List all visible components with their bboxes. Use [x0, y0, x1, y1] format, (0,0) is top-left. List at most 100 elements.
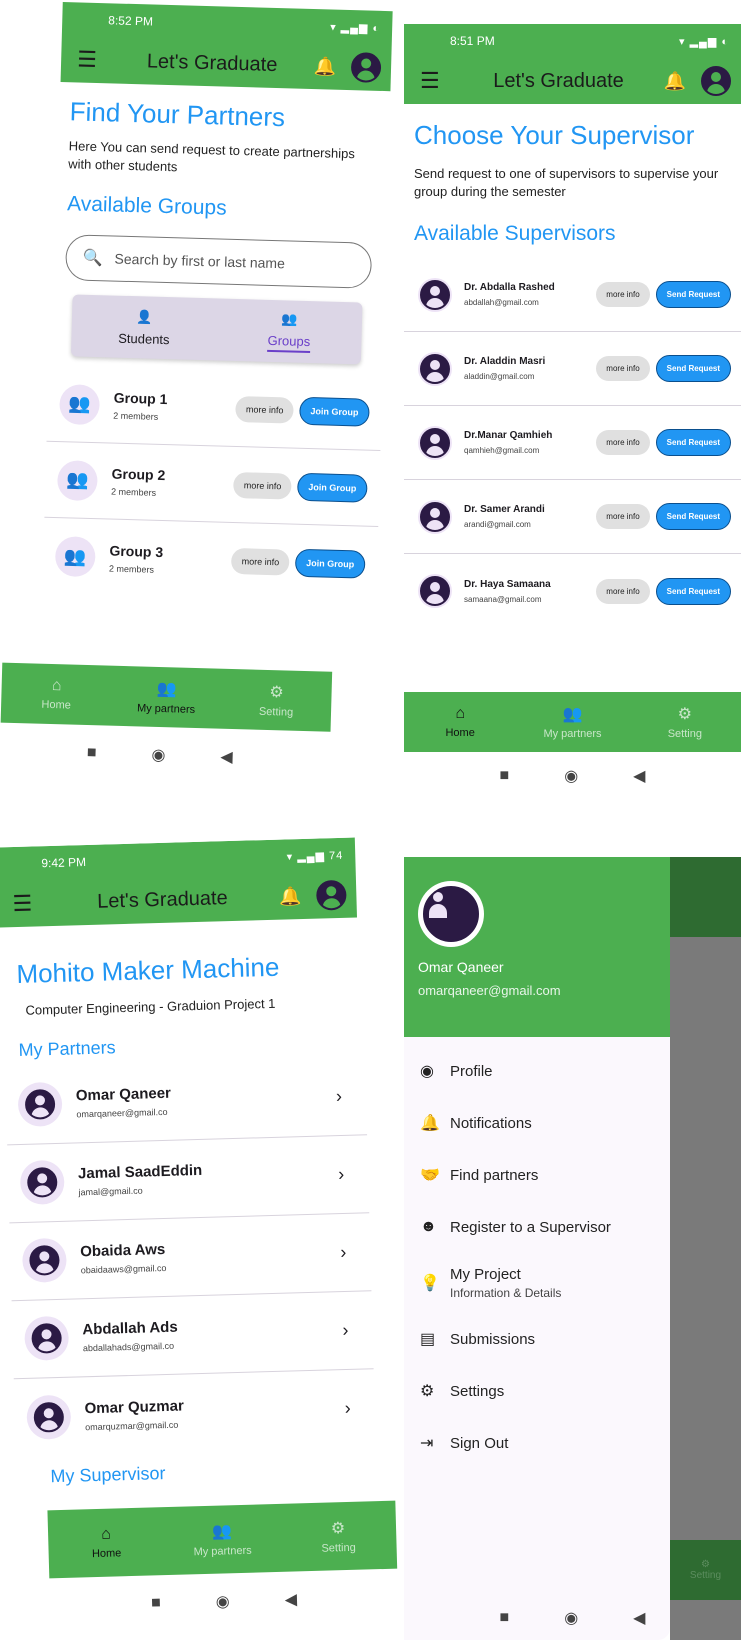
back-button[interactable]: ◀: [633, 766, 645, 786]
nav-label: Home: [41, 698, 71, 712]
home-button[interactable]: ◉: [215, 1591, 230, 1611]
bell-icon: 🔔: [420, 1115, 440, 1132]
chevron-right-icon[interactable]: ›: [340, 1241, 359, 1262]
list-item: Dr. Abdalla Rashed abdallah@gmail.com mo…: [404, 258, 741, 333]
more-info-button[interactable]: more info: [596, 282, 650, 308]
drawer-item-label: Find partners: [450, 1166, 539, 1184]
drawer-item-profile[interactable]: ◉ Profile: [404, 1045, 670, 1097]
menu-icon[interactable]: ☰: [77, 46, 114, 73]
person-icon: [29, 1244, 60, 1276]
more-info-button[interactable]: more info: [596, 504, 650, 530]
search-input[interactable]: 🔍 Search by first or last name: [65, 234, 373, 289]
recent-apps-button[interactable]: ■: [151, 1594, 161, 1612]
home-button[interactable]: ◉: [564, 1608, 578, 1628]
bell-icon[interactable]: 🔔: [661, 71, 689, 92]
account-circle-icon: ◉: [420, 1063, 434, 1080]
avatar[interactable]: [350, 52, 382, 83]
send-request-button[interactable]: Send Request: [655, 355, 731, 383]
partner-email: jamal@gmail.co: [78, 1185, 143, 1198]
join-group-button[interactable]: Join Group: [296, 472, 368, 503]
home-button[interactable]: ◉: [564, 766, 578, 786]
avatar[interactable]: [701, 66, 731, 96]
nav-my-partners[interactable]: 👥 My partners: [516, 692, 628, 752]
tab-students[interactable]: 👤 Students: [71, 294, 218, 360]
avatar[interactable]: [315, 879, 347, 911]
send-request-button[interactable]: Send Request: [655, 503, 731, 531]
drawer-header: Omar Qaneer omarqaneer@gmail.com: [404, 857, 670, 1037]
navigation-drawer: Omar Qaneer omarqaneer@gmail.com ◉ Profil…: [404, 857, 670, 1640]
drawer-item-my-project[interactable]: 💡 My Project Information & Details: [404, 1253, 670, 1313]
person-icon: [420, 427, 450, 458]
drawer-item-submissions[interactable]: ▤ Submissions: [404, 1313, 670, 1365]
nav-label: Home: [91, 1547, 122, 1561]
drawer-item-sign-out[interactable]: ⇥ Sign Out: [404, 1417, 670, 1469]
drawer-item-settings[interactable]: ⚙ Settings: [404, 1365, 670, 1417]
home-button[interactable]: ◉: [151, 745, 166, 765]
nav-setting[interactable]: ⚙ Setting: [629, 692, 741, 752]
chevron-right-icon[interactable]: ›: [342, 1319, 361, 1340]
nav-home[interactable]: ⌂ Home: [404, 692, 516, 752]
nav-home[interactable]: ⌂ Home: [47, 1507, 165, 1578]
back-button[interactable]: ◀: [220, 747, 233, 767]
nav-my-partners[interactable]: 👥 My partners: [163, 1504, 281, 1575]
nav-setting[interactable]: ⚙ Setting: [221, 669, 333, 732]
person-icon: [31, 1322, 63, 1354]
list-item: Dr. Samer Arandi arandi@gmail.com more i…: [404, 480, 741, 555]
menu-icon[interactable]: ☰: [12, 890, 49, 917]
supervisor-icon: ☻: [420, 1218, 437, 1235]
more-info-button[interactable]: more info: [235, 395, 294, 424]
drawer-item-find-partners[interactable]: 🤝 Find partners: [404, 1149, 670, 1201]
bell-icon[interactable]: 🔔: [276, 885, 305, 907]
menu-icon[interactable]: ☰: [420, 68, 456, 94]
send-request-button[interactable]: Send Request: [655, 429, 731, 457]
recent-apps-button[interactable]: ■: [500, 1609, 510, 1627]
person-icon: [420, 576, 450, 607]
nav-my-partners[interactable]: 👥 My partners: [111, 666, 223, 729]
person-icon: [24, 1089, 56, 1120]
bell-icon[interactable]: 🔔: [311, 55, 340, 77]
tab-label: Students: [118, 330, 170, 347]
send-request-button[interactable]: Send Request: [655, 281, 731, 309]
join-group-button[interactable]: Join Group: [294, 548, 366, 579]
chevron-right-icon[interactable]: ›: [336, 1085, 355, 1106]
more-info-button[interactable]: more info: [596, 430, 650, 456]
app-bar: 9:42 PM ▾ ▂▄▆ 74 ☰ Let's Graduate 🔔: [0, 837, 358, 928]
nav-home[interactable]: ⌂ Home: [1, 663, 113, 726]
drawer-item-register-supervisor[interactable]: ☻ Register to a Supervisor: [404, 1201, 670, 1253]
section-title: My Partners: [18, 1036, 116, 1060]
user-email: omarqaneer@gmail.com: [418, 983, 561, 998]
back-button[interactable]: ◀: [284, 1589, 297, 1609]
tab-groups[interactable]: 👥 Groups: [216, 299, 363, 365]
gear-icon: ⚙: [269, 684, 284, 702]
group-name: Group 2: [111, 465, 166, 484]
supervisor-screen: 8:51 PM ▾ ▂▄▆ ◐ ☰ Let's Graduate 🔔 Choos…: [404, 24, 741, 790]
list-item[interactable]: Omar Qaneer omarqaneer@gmail.co ›: [5, 1056, 368, 1145]
lightbulb-icon: 💡: [420, 1275, 440, 1292]
more-info-button[interactable]: more info: [596, 578, 650, 604]
find-partners-screen: 8:52 PM ▾ ▂▄▆ ◐ ☰ Let's Graduate 🔔 Find …: [0, 0, 411, 786]
supervisor-avatar: [418, 277, 452, 312]
drawer-item-notifications[interactable]: 🔔 Notifications: [404, 1097, 670, 1149]
chevron-right-icon[interactable]: ›: [338, 1163, 357, 1184]
recent-apps-button[interactable]: ■: [87, 744, 97, 762]
list-item[interactable]: Abdallah Ads abdallahads@gmail.co ›: [11, 1290, 374, 1379]
join-group-button[interactable]: Join Group: [299, 396, 370, 427]
more-info-button[interactable]: more info: [596, 356, 650, 382]
recent-apps-button[interactable]: ■: [500, 767, 510, 785]
partner-avatar: [26, 1394, 72, 1440]
nav-label: Setting: [689, 1570, 722, 1581]
home-icon: ⌂: [51, 676, 62, 695]
back-button[interactable]: ◀: [633, 1608, 645, 1628]
group-list: 👥 Group 1 2 members more info Join Group…: [42, 365, 383, 603]
list-item[interactable]: Omar Quzmar omarquzmar@gmail.co ›: [14, 1369, 376, 1457]
nav-setting[interactable]: ⚙ Setting: [279, 1501, 397, 1572]
send-request-button[interactable]: Send Request: [655, 577, 731, 605]
list-item[interactable]: Jamal SaadEddin jamal@gmail.co ›: [7, 1134, 370, 1223]
scrim-overlay[interactable]: ⚙ Setting: [670, 857, 741, 1640]
more-info-button[interactable]: more info: [231, 548, 290, 576]
chevron-right-icon[interactable]: ›: [344, 1398, 363, 1419]
status-time: 9:42 PM: [41, 855, 87, 871]
gear-icon: ⚙: [701, 1559, 710, 1570]
more-info-button[interactable]: more info: [233, 471, 292, 500]
list-item[interactable]: Obaida Aws obaidaaws@gmail.co ›: [9, 1212, 372, 1301]
